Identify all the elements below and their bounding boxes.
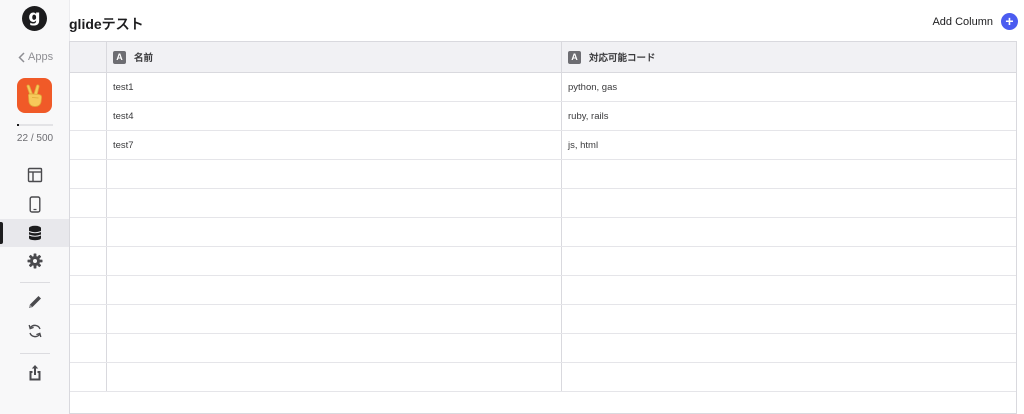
- row-number-cell: [70, 102, 107, 130]
- row-number-cell: [70, 160, 107, 188]
- name-cell[interactable]: [107, 218, 562, 246]
- pencil-icon: [29, 296, 41, 308]
- name-cell[interactable]: [107, 363, 562, 391]
- name-cell[interactable]: test7: [107, 131, 562, 159]
- supported-code-cell[interactable]: ruby, rails: [562, 102, 1016, 130]
- back-to-apps-link[interactable]: Apps: [18, 51, 53, 63]
- row-number-cell: [70, 189, 107, 217]
- row-number-header: [70, 42, 107, 72]
- sync-icon: [28, 324, 42, 338]
- sidebar-divider: [20, 282, 50, 283]
- table-row[interactable]: test4 ruby, rails: [70, 102, 1016, 131]
- name-cell[interactable]: [107, 334, 562, 362]
- column-header-name[interactable]: A 名前: [107, 42, 562, 72]
- supported-code-cell[interactable]: [562, 189, 1016, 217]
- usage-progress-fill: [17, 124, 19, 126]
- row-number-cell: [70, 131, 107, 159]
- table-row[interactable]: [70, 189, 1016, 218]
- table-row[interactable]: [70, 363, 1016, 392]
- sidebar: g Apps 22 / 500: [0, 0, 70, 414]
- nav-phone-button[interactable]: [0, 190, 70, 218]
- name-cell[interactable]: [107, 189, 562, 217]
- name-cell[interactable]: test4: [107, 102, 562, 130]
- supported-code-cell[interactable]: [562, 247, 1016, 275]
- name-cell[interactable]: [107, 305, 562, 333]
- row-number-cell: [70, 247, 107, 275]
- add-column-button[interactable]: Add Column +: [932, 13, 1018, 30]
- nav-share-button[interactable]: [0, 358, 70, 386]
- name-cell[interactable]: test1: [107, 73, 562, 101]
- supported-code-cell[interactable]: [562, 160, 1016, 188]
- table-row[interactable]: [70, 305, 1016, 334]
- table-row[interactable]: [70, 276, 1016, 305]
- name-cell[interactable]: [107, 276, 562, 304]
- gear-icon: [27, 253, 43, 269]
- column-header-label: 対応可能コード: [589, 53, 656, 64]
- back-label: Apps: [28, 51, 54, 63]
- column-header-label: 名前: [134, 53, 154, 64]
- table-row[interactable]: [70, 247, 1016, 276]
- usage-progress-bar: [17, 124, 53, 126]
- add-column-label: Add Column: [932, 15, 993, 28]
- table-row[interactable]: [70, 160, 1016, 189]
- table-row[interactable]: [70, 334, 1016, 363]
- nav-layout-button[interactable]: [0, 161, 70, 189]
- chevron-left-icon: [18, 51, 25, 63]
- plus-icon: +: [1001, 13, 1018, 30]
- sidebar-divider: [20, 353, 50, 354]
- phone-icon: [29, 195, 41, 213]
- page-title: glideテスト: [69, 16, 144, 32]
- usage-count: 22 / 500: [16, 133, 54, 144]
- nav-sync-button[interactable]: [0, 317, 70, 345]
- text-type-icon: A: [113, 50, 126, 64]
- row-number-cell: [70, 276, 107, 304]
- table-row[interactable]: test1 python, gas: [70, 73, 1016, 102]
- app-icon[interactable]: [17, 78, 52, 113]
- row-number-cell: [70, 305, 107, 333]
- data-grid: A 名前 A 対応可能コード test1 python, gas test4 ruby…: [69, 41, 1017, 414]
- database-icon: [28, 225, 42, 241]
- row-number-cell: [70, 334, 107, 362]
- supported-code-cell[interactable]: [562, 334, 1016, 362]
- glide-logo[interactable]: g: [22, 6, 47, 31]
- row-number-cell: [70, 218, 107, 246]
- layout-icon: [27, 167, 43, 183]
- row-number-cell: [70, 363, 107, 391]
- table-row[interactable]: test7 js, html: [70, 131, 1016, 160]
- table-header-row: A 名前 A 対応可能コード: [70, 42, 1016, 73]
- supported-code-cell[interactable]: python, gas: [562, 73, 1016, 101]
- supported-code-cell[interactable]: js, html: [562, 131, 1016, 159]
- supported-code-cell[interactable]: [562, 276, 1016, 304]
- nav-edit-button[interactable]: [0, 288, 70, 316]
- name-cell[interactable]: [107, 160, 562, 188]
- supported-code-cell[interactable]: [562, 305, 1016, 333]
- nav-settings-button[interactable]: [0, 247, 70, 275]
- text-type-icon: A: [568, 50, 581, 64]
- peace-hand-icon: [26, 84, 42, 107]
- supported-code-cell[interactable]: [562, 218, 1016, 246]
- table-row[interactable]: [70, 218, 1016, 247]
- share-icon: [29, 364, 41, 380]
- supported-code-cell[interactable]: [562, 363, 1016, 391]
- column-header-supported-code[interactable]: A 対応可能コード: [562, 42, 1016, 72]
- name-cell[interactable]: [107, 247, 562, 275]
- nav-data-button[interactable]: [0, 219, 70, 247]
- row-number-cell: [70, 73, 107, 101]
